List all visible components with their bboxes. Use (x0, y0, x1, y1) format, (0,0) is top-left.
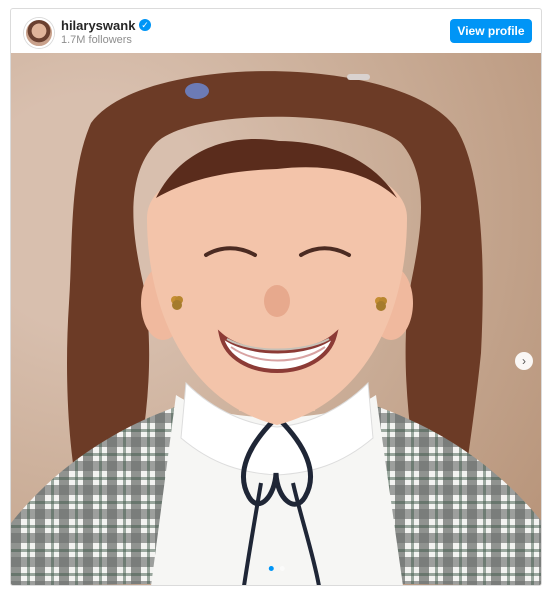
profile-avatar[interactable] (24, 18, 54, 48)
carousel-next-button[interactable]: › (515, 352, 533, 370)
post-header: hilaryswank ✓ 1.7M followers View profil… (11, 9, 541, 53)
school-portrait-illustration (11, 71, 541, 585)
verified-badge-icon: ✓ (139, 19, 151, 31)
followers-count: 1.7M followers (61, 34, 132, 46)
carousel-dot-active (268, 566, 274, 571)
view-profile-button[interactable]: View profile (450, 19, 532, 43)
carousel-dot (280, 566, 286, 571)
post-photo[interactable]: › (11, 53, 541, 585)
carousel-indicators (268, 558, 286, 576)
instagram-embed-card: hilaryswank ✓ 1.7M followers View profil… (10, 8, 542, 586)
username[interactable]: hilaryswank (61, 18, 135, 33)
